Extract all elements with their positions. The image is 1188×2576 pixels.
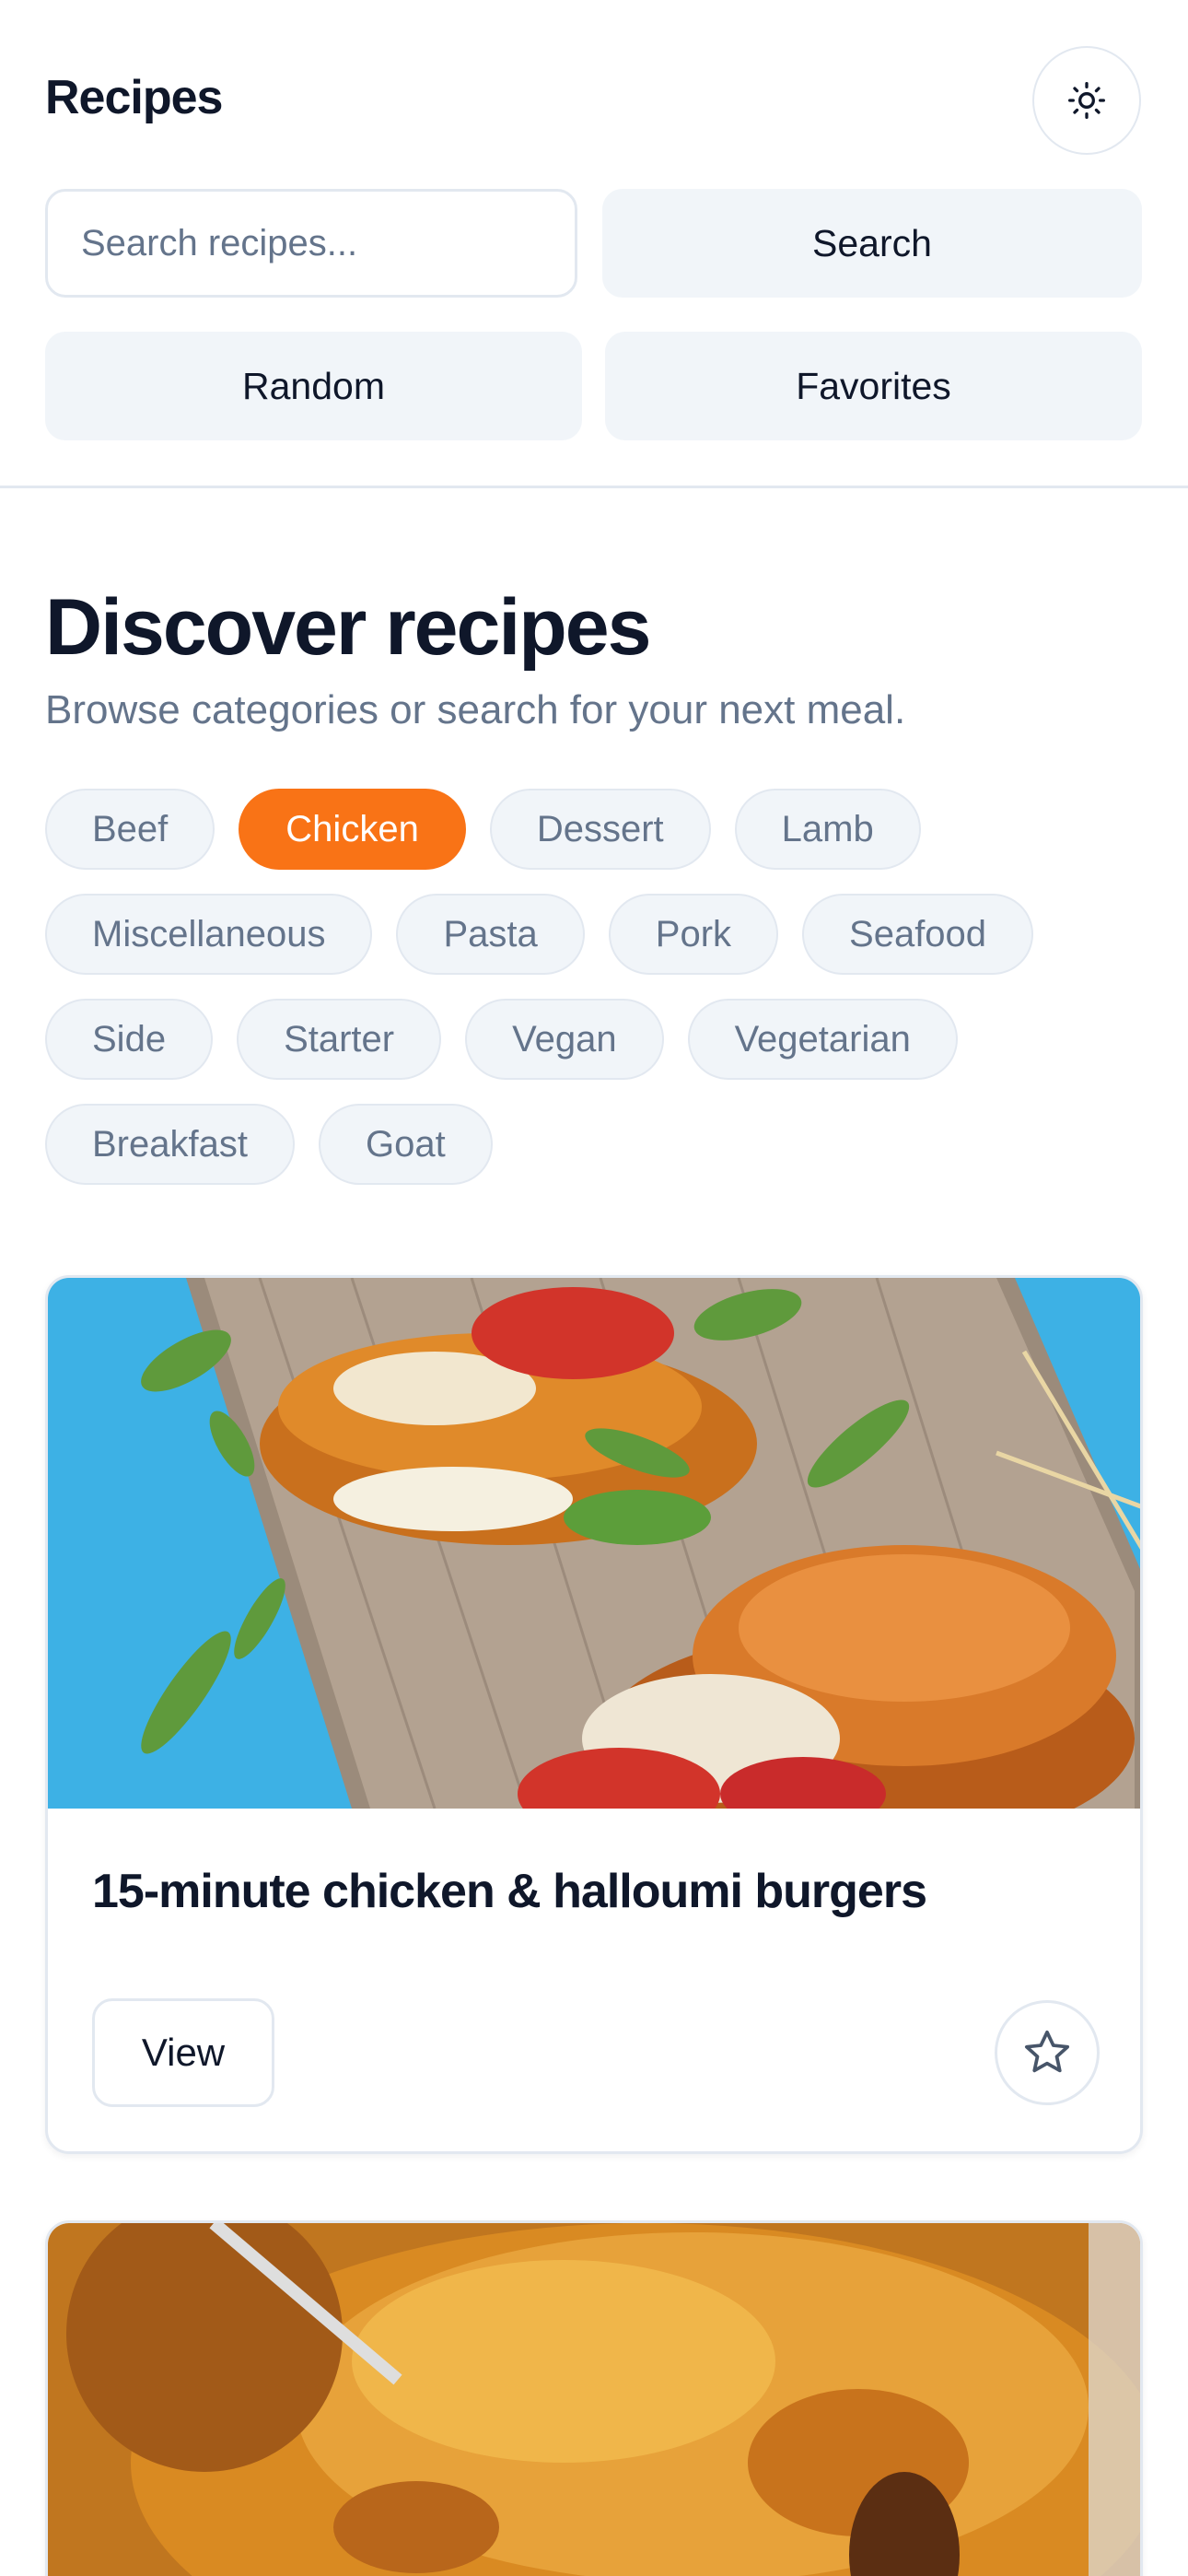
search-input[interactable] — [45, 189, 577, 298]
category-chip-vegetarian[interactable]: Vegetarian — [687, 999, 958, 1080]
category-chip-beef[interactable]: Beef — [45, 789, 215, 870]
category-chip-seafood[interactable]: Seafood — [802, 894, 1034, 975]
recipe-card: 15-minute chicken & halloumi burgers Vie… — [45, 1275, 1143, 2154]
recipe-title: 15-minute chicken & halloumi burgers — [92, 1865, 927, 1918]
category-chip-chicken[interactable]: Chicken — [239, 789, 466, 870]
search-button[interactable]: Search — [602, 189, 1142, 298]
random-button[interactable]: Random — [45, 332, 582, 440]
favorites-button[interactable]: Favorites — [605, 332, 1142, 440]
chip-row: Miscellaneous Pasta Pork Seafood — [45, 894, 1150, 975]
chip-row: Side Starter Vegan Vegetarian — [45, 999, 1150, 1080]
category-chips: Beef Chicken Dessert Lamb Miscellaneous Pasta… — [45, 789, 1150, 1209]
category-chip-lamb[interactable]: Lamb — [734, 789, 921, 870]
category-chip-dessert[interactable]: Dessert — [489, 789, 711, 870]
discover-title: Discover recipes — [45, 583, 651, 672]
category-chip-pork[interactable]: Pork — [608, 894, 779, 975]
app-title: Recipes — [45, 71, 223, 124]
recipe-image — [48, 1278, 1140, 1809]
theme-toggle-button[interactable] — [1032, 46, 1141, 155]
app-header: Recipes Search Random Favorites — [0, 0, 1188, 488]
sun-icon — [1068, 82, 1105, 119]
category-chip-goat[interactable]: Goat — [318, 1104, 493, 1185]
chip-row: Breakfast Goat — [45, 1104, 1150, 1185]
category-chip-vegan[interactable]: Vegan — [465, 999, 664, 1080]
category-chip-side[interactable]: Side — [45, 999, 214, 1080]
category-chip-breakfast[interactable]: Breakfast — [45, 1104, 295, 1185]
recipe-image — [48, 2223, 1140, 2576]
category-chip-pasta[interactable]: Pasta — [396, 894, 585, 975]
view-recipe-button[interactable]: View — [92, 1998, 274, 2107]
category-chip-starter[interactable]: Starter — [237, 999, 442, 1080]
category-chip-miscellaneous[interactable]: Miscellaneous — [45, 894, 373, 975]
discover-subtitle: Browse categories or search for your nex… — [45, 687, 906, 732]
recipes-page: Recipes Search Random Favorites Discover… — [0, 0, 1188, 2576]
star-icon — [1024, 2030, 1070, 2073]
favorite-button[interactable] — [995, 2000, 1100, 2105]
recipe-card — [45, 2220, 1143, 2576]
chip-row: Beef Chicken Dessert Lamb — [45, 789, 1150, 870]
